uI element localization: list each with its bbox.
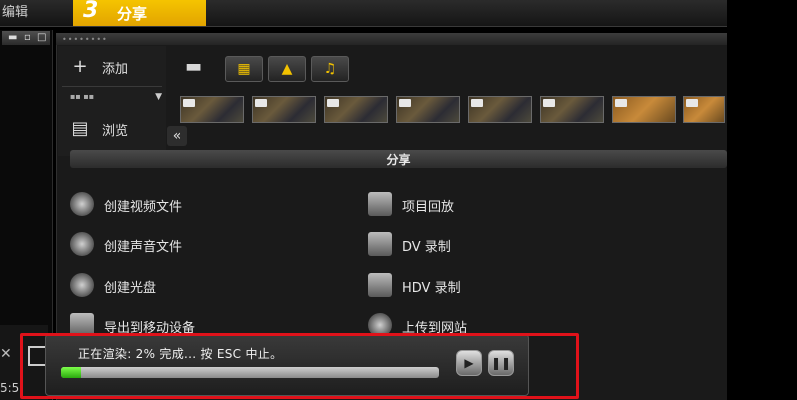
image-icon: ▲ bbox=[281, 61, 293, 77]
video-clip-icon bbox=[686, 99, 698, 107]
video-filter-button[interactable]: ▦ bbox=[225, 56, 263, 82]
browse-icon: ▤ bbox=[71, 118, 89, 139]
drag-handle-icon[interactable]: •••••••• bbox=[62, 35, 108, 44]
collapse-panel-button[interactable]: « bbox=[167, 126, 187, 146]
close-icon[interactable]: ✕ bbox=[0, 346, 12, 362]
library-dropdown[interactable]: ▪▪ ▪▪ ▼ bbox=[62, 90, 162, 108]
dv-camera-icon bbox=[368, 232, 392, 256]
media-thumbnail[interactable] bbox=[324, 96, 388, 123]
media-thumbnail[interactable] bbox=[540, 96, 604, 123]
media-thumbnail[interactable] bbox=[612, 96, 676, 123]
browse-label: 浏览 bbox=[102, 124, 129, 139]
film-strip-icon: ▦ bbox=[237, 61, 251, 77]
video-clip-icon bbox=[471, 99, 483, 107]
media-thumbnail[interactable] bbox=[683, 96, 725, 123]
browse-button[interactable]: ▤ 浏览 bbox=[62, 114, 162, 144]
option-label: 创建声音文件 bbox=[104, 240, 183, 255]
timecode-fragment: 5:5 bbox=[0, 381, 20, 395]
project-playback-icon bbox=[368, 192, 392, 216]
plus-icon: + bbox=[72, 56, 88, 77]
share-section-header: 分享 bbox=[70, 150, 727, 168]
option-label: DV 录制 bbox=[402, 240, 451, 255]
disc-icon bbox=[70, 273, 94, 297]
video-clip-icon bbox=[255, 99, 267, 107]
media-thumbnail[interactable] bbox=[396, 96, 460, 123]
right-blank-area bbox=[727, 0, 797, 400]
step-number: 3 bbox=[83, 0, 99, 23]
option-label: 创建视频文件 bbox=[104, 200, 183, 215]
audio-filter-button[interactable]: ♫ bbox=[311, 56, 349, 82]
option-label: 创建光盘 bbox=[104, 281, 157, 296]
sound-wave-icon bbox=[70, 232, 94, 256]
divider bbox=[62, 86, 162, 87]
add-button[interactable]: + 添加 bbox=[62, 52, 162, 82]
option-label: 项目回放 bbox=[402, 200, 455, 215]
restore-icon[interactable]: ▫ bbox=[24, 31, 31, 45]
maximize-icon[interactable]: □ bbox=[37, 31, 46, 45]
video-clip-icon bbox=[615, 99, 627, 107]
step-share-tab[interactable]: 3 分享 bbox=[73, 0, 206, 26]
film-reel-icon bbox=[70, 192, 94, 216]
preview-window-controls: ▬ ▫ □ bbox=[2, 31, 50, 45]
minimize-icon[interactable]: ▬ bbox=[8, 31, 17, 45]
video-clip-icon bbox=[399, 99, 411, 107]
add-label: 添加 bbox=[102, 62, 129, 77]
video-clip-icon bbox=[327, 99, 339, 107]
library-header bbox=[56, 33, 727, 45]
dropdown-value-icon: ▪▪ ▪▪ bbox=[70, 92, 95, 101]
highlight-annotation-box bbox=[20, 333, 579, 399]
video-clip-icon bbox=[543, 99, 555, 107]
media-thumbnail[interactable] bbox=[180, 96, 244, 123]
video-clip-icon bbox=[183, 99, 195, 107]
share-section-title: 分享 bbox=[386, 153, 411, 167]
step-edit-tab[interactable]: 编辑 bbox=[0, 0, 72, 26]
folder-icon[interactable]: ▬ bbox=[185, 58, 209, 76]
chevron-down-icon: ▼ bbox=[155, 92, 162, 102]
media-thumbnail[interactable] bbox=[468, 96, 532, 123]
media-thumbnail[interactable] bbox=[252, 96, 316, 123]
option-label: HDV 录制 bbox=[402, 281, 461, 296]
step-label: 分享 bbox=[117, 5, 148, 23]
music-note-icon: ♫ bbox=[323, 61, 337, 77]
step-bar-filler bbox=[206, 0, 727, 26]
image-filter-button[interactable]: ▲ bbox=[268, 56, 306, 82]
hdv-camera-icon bbox=[368, 273, 392, 297]
